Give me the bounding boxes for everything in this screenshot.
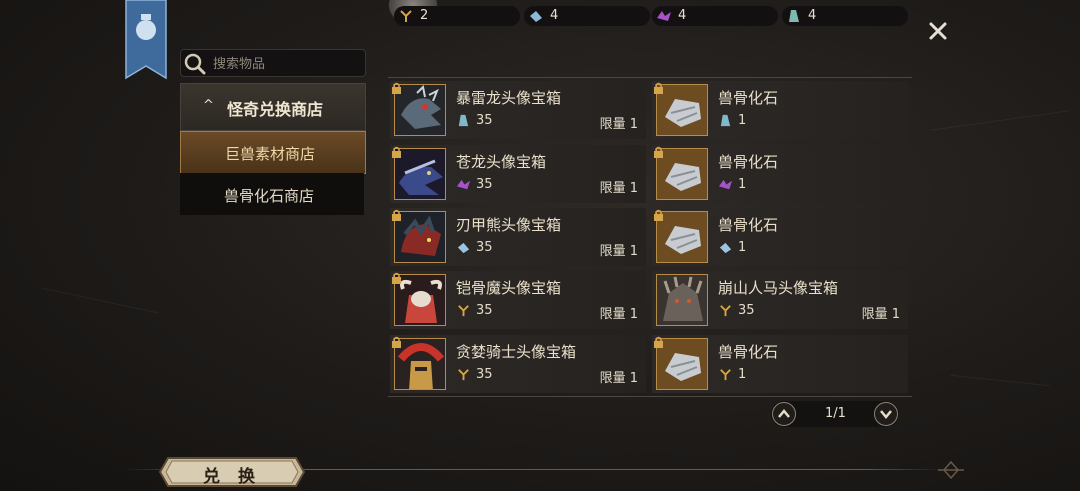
- nav-category-header[interactable]: ^ 怪奇兑换商店: [180, 83, 366, 131]
- item-name: 兽骨化石: [718, 216, 779, 234]
- gold-claw-icon: [458, 305, 469, 317]
- item-card[interactable]: 铠骨魔头像宝箱 35 限量 1: [390, 271, 646, 329]
- lock-icon: [392, 82, 401, 94]
- item-limit: 限量 1: [599, 307, 638, 322]
- purple-dragon-icon: [456, 179, 471, 190]
- nav-header-label: 怪奇兑换商店: [227, 100, 324, 119]
- item-limit: 限量 1: [599, 181, 638, 196]
- lock-icon: [392, 146, 401, 158]
- item-price: 1: [738, 240, 747, 255]
- currency-purple-dragon: 4: [652, 6, 778, 26]
- item-card[interactable]: 刃甲熊头像宝箱 35 限量 1: [390, 208, 646, 266]
- item-price: 35: [476, 113, 493, 128]
- item-card[interactable]: 兽骨化石 1: [652, 145, 908, 203]
- page-down-button[interactable]: [874, 402, 898, 426]
- item-price: 35: [476, 240, 493, 255]
- currency-value: 4: [678, 8, 687, 23]
- page-indicator: 1/1: [825, 406, 846, 421]
- ornament-icon: [938, 460, 964, 480]
- centaur-head-thumb: [656, 274, 708, 326]
- pager: 1/1: [771, 401, 899, 427]
- item-price: 35: [738, 303, 755, 318]
- item-price: 1: [738, 367, 747, 382]
- item-name: 崩山人马头像宝箱: [718, 279, 839, 297]
- item-name: 刃甲熊头像宝箱: [456, 216, 562, 234]
- ice-crystal-icon: [719, 242, 732, 254]
- nav-item-label: 兽骨化石商店: [224, 187, 315, 205]
- item-card[interactable]: 兽骨化石 1: [652, 81, 908, 139]
- lock-icon: [654, 146, 663, 158]
- item-card[interactable]: 兽骨化石 1: [652, 208, 908, 266]
- item-name: 暴雷龙头像宝箱: [456, 89, 562, 107]
- item-price: 1: [738, 177, 747, 192]
- lock-icon: [654, 82, 663, 94]
- currency-value: 4: [550, 8, 559, 23]
- chevron-up-icon: ^: [203, 98, 214, 113]
- gold-claw-icon: [720, 305, 731, 317]
- blue-crystal-icon: [458, 114, 469, 127]
- item-price: 35: [476, 303, 493, 318]
- shop-banner-icon: [125, 0, 167, 80]
- item-card[interactable]: 兽骨化石 1: [652, 335, 908, 393]
- item-price: 35: [476, 177, 493, 192]
- grid-top-divider: [388, 77, 912, 78]
- chevron-up-icon: [778, 409, 790, 418]
- item-name: 苍龙头像宝箱: [456, 153, 547, 171]
- gold-claw-icon: [400, 10, 412, 22]
- nav-item-fossil-shop[interactable]: 兽骨化石商店: [180, 173, 364, 215]
- search-icon[interactable]: [183, 52, 207, 76]
- purple-dragon-icon: [657, 11, 671, 21]
- blue-crystal-icon: [720, 114, 731, 127]
- item-price: 1: [738, 113, 747, 128]
- item-card[interactable]: 暴雷龙头像宝箱 35 限量 1: [390, 81, 646, 139]
- item-limit: 限量 1: [861, 307, 900, 322]
- teal-crystal-icon: [789, 10, 799, 22]
- exchange-button[interactable]: 兑 换: [158, 456, 306, 488]
- lock-icon: [654, 336, 663, 348]
- item-card[interactable]: 贪婪骑士头像宝箱 35 限量 1: [390, 335, 646, 393]
- currency-value: 2: [420, 8, 429, 23]
- item-name: 兽骨化石: [718, 343, 779, 361]
- item-card[interactable]: 苍龙头像宝箱 35 限量 1: [390, 145, 646, 203]
- lock-icon: [392, 336, 401, 348]
- blue-crystal-icon: [530, 11, 542, 22]
- gold-claw-icon: [720, 369, 731, 381]
- lock-icon: [392, 272, 401, 284]
- search-input[interactable]: [211, 54, 363, 74]
- purple-dragon-icon: [718, 179, 733, 190]
- gold-claw-icon: [458, 369, 469, 381]
- item-card[interactable]: 崩山人马头像宝箱 35 限量 1: [652, 271, 908, 329]
- currency-teal-crystal: 4: [782, 6, 908, 26]
- item-name: 兽骨化石: [718, 89, 779, 107]
- item-limit: 限量 1: [599, 117, 638, 132]
- item-limit: 限量 1: [599, 371, 638, 386]
- item-limit: 限量 1: [599, 244, 638, 259]
- item-price: 35: [476, 367, 493, 382]
- search-box: [180, 49, 366, 77]
- grid-bottom-divider: [388, 396, 912, 397]
- ice-crystal-icon: [457, 242, 470, 254]
- nav-item-beast-material-shop[interactable]: 巨兽素材商店: [180, 131, 366, 174]
- item-name: 贪婪骑士头像宝箱: [456, 343, 577, 361]
- currency-gold-claw: 2: [394, 6, 520, 26]
- exchange-button-label: 兑 换: [203, 467, 261, 487]
- item-name: 兽骨化石: [718, 153, 779, 171]
- close-icon[interactable]: [924, 17, 952, 45]
- chevron-down-icon: [880, 410, 892, 419]
- nav-item-label: 巨兽素材商店: [225, 145, 316, 163]
- item-name: 铠骨魔头像宝箱: [456, 279, 562, 297]
- lock-icon: [654, 209, 663, 221]
- currency-blue-crystal: 4: [524, 6, 650, 26]
- page-up-button[interactable]: [772, 402, 796, 426]
- lock-icon: [392, 209, 401, 221]
- currency-value: 4: [808, 8, 817, 23]
